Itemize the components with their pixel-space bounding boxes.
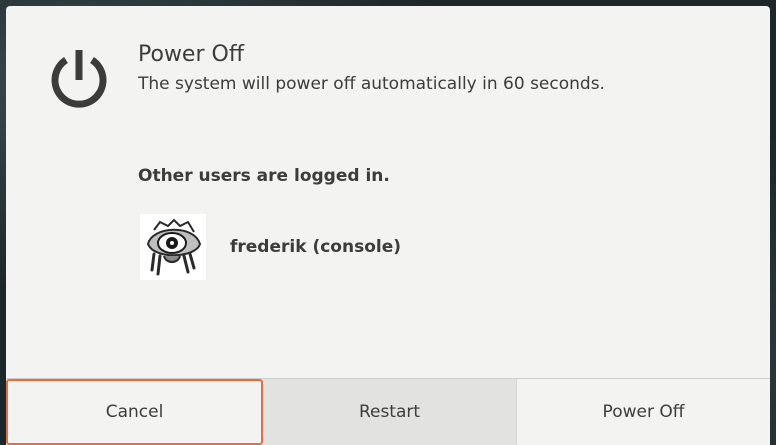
power-off-dialog: Power Off The system will power off auto…	[6, 6, 770, 445]
restart-button[interactable]: Restart	[263, 379, 517, 445]
dialog-button-bar: Cancel Restart Power Off	[6, 378, 770, 445]
power-off-button[interactable]: Power Off	[517, 379, 770, 445]
cancel-button[interactable]: Cancel	[6, 379, 263, 445]
sessions-heading: Other users are logged in.	[138, 166, 390, 186]
user-avatar	[140, 214, 206, 280]
dialog-message: The system will power off automatically …	[138, 74, 605, 94]
dialog-title: Power Off	[138, 42, 244, 67]
session-list-item: frederik (console)	[140, 214, 401, 280]
session-user-name: frederik (console)	[230, 237, 401, 257]
power-icon	[51, 50, 107, 108]
